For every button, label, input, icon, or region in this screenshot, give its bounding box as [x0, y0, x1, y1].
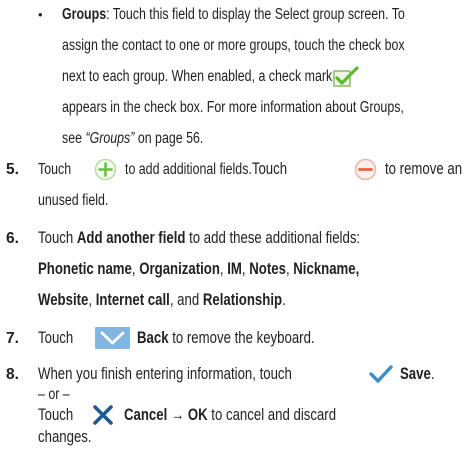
step-6-line-3: Website, Internet call, and Relationship… [38, 291, 286, 309]
groups-line-2: assign the contact to one or more groups… [62, 37, 405, 54]
groups-term: Groups [62, 6, 107, 23]
step-7-line: 7. Touch Back to remove the keyboard. [0, 326, 475, 351]
step-number: 7. [6, 330, 19, 347]
save-check-icon [368, 364, 394, 384]
keyboard-hide-icon [95, 327, 130, 349]
groups-line-5: see “Groups” on page 56. [62, 130, 204, 147]
step-6-line-2: Phonetic name, Organization, IM, Notes, … [38, 260, 360, 278]
step-number: 8. [6, 366, 19, 383]
step-5-line-1: 5. Touch to add additional fields.Touch … [0, 157, 475, 182]
plus-circle-icon [94, 158, 117, 181]
groups-page-reference[interactable]: “Groups” [85, 130, 134, 147]
step-number: 5. [6, 161, 19, 178]
cancel-x-icon [92, 404, 114, 426]
step-number: 6. [6, 230, 19, 247]
step-8-line-4: changes. [38, 428, 92, 446]
manual-page: • Groups: Touch this field to display th… [0, 0, 475, 453]
checkmark-box-icon [333, 66, 359, 88]
minus-circle-icon [354, 158, 377, 181]
groups-line-4: appears in the check box. For more infor… [62, 99, 404, 116]
bullet: • [38, 7, 43, 22]
step-5-line-2: unused field. [38, 192, 109, 209]
